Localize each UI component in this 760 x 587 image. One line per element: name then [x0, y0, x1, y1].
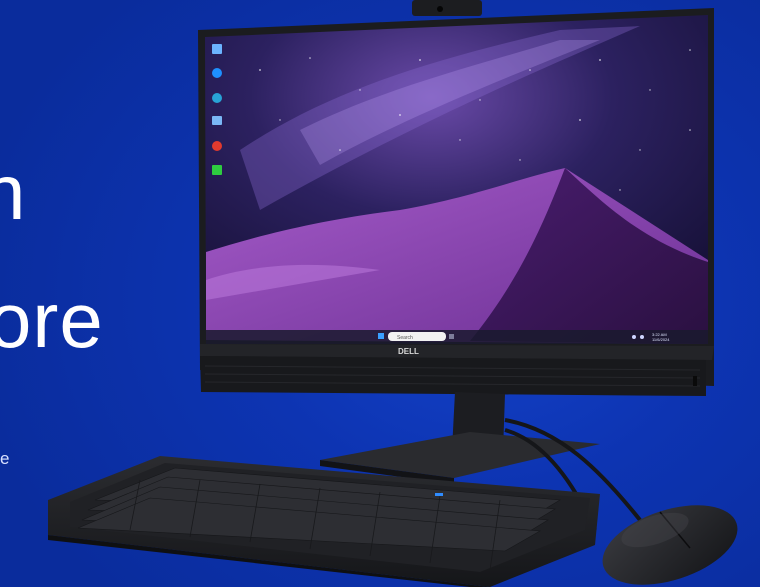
taskbar: Search 3:22 AM 11/6/2024 — [206, 330, 708, 344]
wifi-icon[interactable] — [632, 335, 636, 339]
browser-icon[interactable] — [212, 68, 222, 78]
user-folder-icon[interactable] — [212, 116, 222, 125]
volume-icon[interactable] — [640, 335, 644, 339]
clock-date: 11/6/2024 — [652, 337, 670, 342]
edge-icon[interactable] — [212, 93, 222, 103]
webcam — [412, 0, 482, 16]
dell-all-in-one-illustration: Search 3:22 AM 11/6/2024 DELL — [48, 0, 738, 587]
recycle-bin-icon[interactable] — [212, 44, 222, 54]
monitor: Search 3:22 AM 11/6/2024 DELL — [198, 8, 714, 396]
keyboard-indicator — [435, 493, 443, 496]
taskbar-app-icon[interactable] — [449, 334, 454, 339]
keyboard — [48, 456, 600, 587]
search-placeholder: Search — [397, 335, 413, 341]
windows-start-icon[interactable] — [378, 333, 384, 339]
mouse — [602, 505, 738, 585]
antivirus-icon[interactable] — [212, 141, 222, 151]
dell-logo: DELL — [398, 347, 419, 356]
store-icon[interactable] — [212, 165, 222, 175]
